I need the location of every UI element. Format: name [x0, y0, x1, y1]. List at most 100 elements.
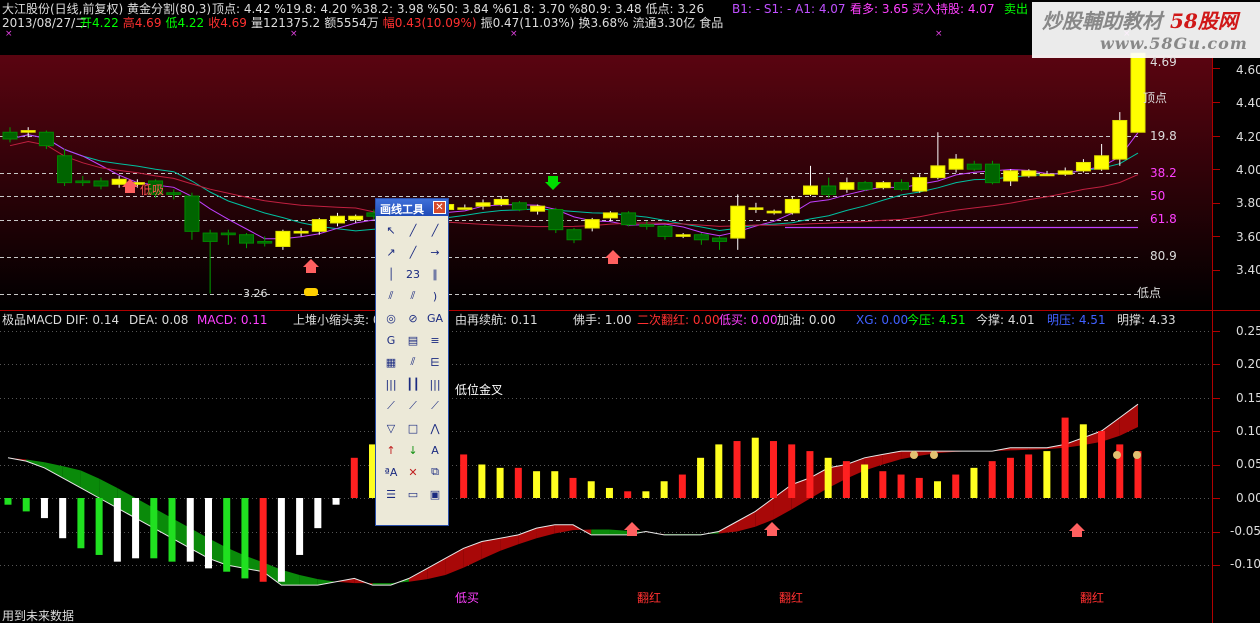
tool-fib-fan-icon[interactable]: ⫽ [402, 285, 424, 307]
macd-tick: -0.05 [1230, 524, 1260, 538]
tool-fib-lines-icon[interactable]: ▦ [380, 351, 402, 373]
candle-down [184, 195, 200, 232]
tool-arrow-line-icon[interactable]: ↗ [380, 241, 402, 263]
tool-polyline-icon[interactable]: ⋀ [424, 417, 446, 439]
tool-channel-icon[interactable]: ⫽ [380, 285, 402, 307]
macd-bar [77, 498, 85, 549]
candle-up [912, 177, 928, 192]
macd-bar [59, 498, 67, 539]
tool-glyph: ↑ [386, 443, 396, 457]
tool-parallel-lines-icon[interactable]: ⋿ [424, 351, 446, 373]
macd-bar [1098, 431, 1106, 498]
macd-foshou: 佛手: 1.00 [573, 313, 632, 327]
tool-delete-icon[interactable]: ✕ [402, 461, 424, 483]
tool-glyph: ┃┃ [406, 377, 420, 391]
tool-glyph: ≡ [430, 333, 440, 347]
tool-gann-grid-icon[interactable]: ▤ [402, 329, 424, 351]
tool-fib-time-icon[interactable]: ┃┃ [402, 373, 424, 395]
chart-canvas[interactable]: ××××× [0, 0, 1260, 623]
hand-icon [910, 451, 918, 459]
buy-flag-icon [304, 288, 318, 296]
macd-area-segment [463, 541, 482, 568]
tool-cycle-icon[interactable]: ||| [380, 373, 402, 395]
tool-glyph: ) [432, 289, 438, 303]
macd-bar [624, 491, 632, 498]
tool-speed-lines-icon[interactable]: ≡ [424, 329, 446, 351]
candle-down [57, 155, 73, 184]
candle-down [621, 212, 637, 226]
tool-glyph: ⋿ [430, 355, 440, 369]
macd-dea: DEA: 0.08 [129, 313, 189, 327]
tool-down-arrow-icon[interactable]: ↓ [402, 439, 424, 461]
candle-down [566, 229, 582, 241]
tool-triangle-icon[interactable]: ▽ [380, 417, 402, 439]
macd-bar [277, 498, 285, 582]
tool-panel-icon[interactable]: ▣ [424, 483, 446, 505]
tool-glyph: ▣ [429, 487, 441, 501]
tool-v-line-icon[interactable]: │ [380, 263, 402, 285]
candle-up [584, 219, 600, 229]
toolbar-titlebar[interactable]: 画线工具 ✕ [376, 199, 448, 216]
macd-bar [22, 498, 30, 512]
macd-bar [332, 498, 340, 505]
tool-text-icon[interactable]: A [424, 439, 446, 461]
quote-field: 高4.69 [122, 16, 162, 30]
tool-pitchfork-icon[interactable]: ⟋ [402, 395, 424, 417]
hand-icon [1113, 451, 1121, 459]
tool-parallel-icon[interactable]: ∥ [424, 263, 446, 285]
candle-down [202, 232, 218, 242]
macd-bar [824, 457, 832, 498]
macd-tick: 0.15 [1236, 391, 1260, 405]
macd-bar [1061, 417, 1069, 498]
tool-ruler-icon[interactable]: ▭ [402, 483, 424, 505]
tool-circle-icon[interactable]: ◎ [380, 307, 402, 329]
tool-price-label-icon[interactable]: 23 [402, 263, 424, 285]
close-icon[interactable]: ✕ [433, 201, 446, 214]
candle-up [1039, 173, 1055, 177]
tool-gann-icon[interactable]: GA [424, 307, 446, 329]
tool-fan-2-icon[interactable]: ⟋ [424, 395, 446, 417]
tool-fan-lines-icon[interactable]: ⟋ [380, 395, 402, 417]
tool-line-icon[interactable]: ╱ [402, 219, 424, 241]
tool-glyph: ⟋ [387, 399, 395, 412]
quote-field: 幅0.43(10.09%) [382, 16, 477, 30]
tool-cursor-icon[interactable]: ↖ [380, 219, 402, 241]
tool-grid-lines-icon[interactable]: ||| [424, 373, 446, 395]
candle-up [275, 230, 291, 247]
tool-list-icon[interactable]: ☰ [380, 483, 402, 505]
fib-label-top: 顶点 [1143, 91, 1168, 105]
tool-text-style-icon[interactable]: ªA [380, 461, 402, 483]
candle-down [257, 240, 273, 244]
macd-bar [788, 444, 796, 498]
macd-bar [1079, 424, 1087, 498]
tool-glyph: ▤ [407, 333, 419, 347]
tool-rectangle-icon[interactable]: □ [402, 417, 424, 439]
tool-ray-icon[interactable]: ╱ [424, 219, 446, 241]
fib-label-top-price: 4.69 [1150, 55, 1177, 69]
macd-bar [587, 481, 595, 498]
tool-glyph: ☰ [386, 487, 396, 501]
tool-copy-icon[interactable]: ⧉ [424, 461, 446, 483]
drawing-toolbar[interactable]: 画线工具 ✕ ↖ ╱ ╱ ↗ ╱ → │ 23 ∥ ⫽ ⫽) ◎ ⊘ GA G ▤ ≡ ▦ ⫽ ⋿ ||| ┃┃ ||| ⟋ ⟋… [375, 198, 449, 526]
tool-glyph: ∥ [432, 267, 438, 281]
macd-bar [733, 441, 741, 498]
tool-glyph: ⧉ [431, 465, 439, 478]
x-mark-icon: × [510, 29, 518, 39]
tool-forbid-icon[interactable]: ⊘ [402, 307, 424, 329]
tool-up-arrow-icon[interactable]: ↑ [380, 439, 402, 461]
tool-glyph: A [431, 443, 439, 457]
quote-field: 流通3.30亿 [632, 16, 696, 30]
tool-gann-box-icon[interactable]: G [380, 329, 402, 351]
tool-arc-icon[interactable]: ) [424, 285, 446, 307]
tool-glyph: ▽ [386, 421, 396, 435]
macd-bar [970, 467, 978, 498]
macd-bar [113, 498, 121, 562]
quote-field: 收4.69 [208, 16, 247, 30]
up-arrow-icon [764, 522, 780, 536]
tool-fan-icon[interactable]: ⫽ [402, 351, 424, 373]
macd-bar [296, 498, 304, 555]
macd-sell-signal: 上堆小缩头卖: 0 [293, 313, 381, 327]
tool-glyph: □ [407, 421, 419, 435]
tool-segment-icon[interactable]: ╱ [402, 241, 424, 263]
tool-h-ray-icon[interactable]: → [424, 241, 446, 263]
